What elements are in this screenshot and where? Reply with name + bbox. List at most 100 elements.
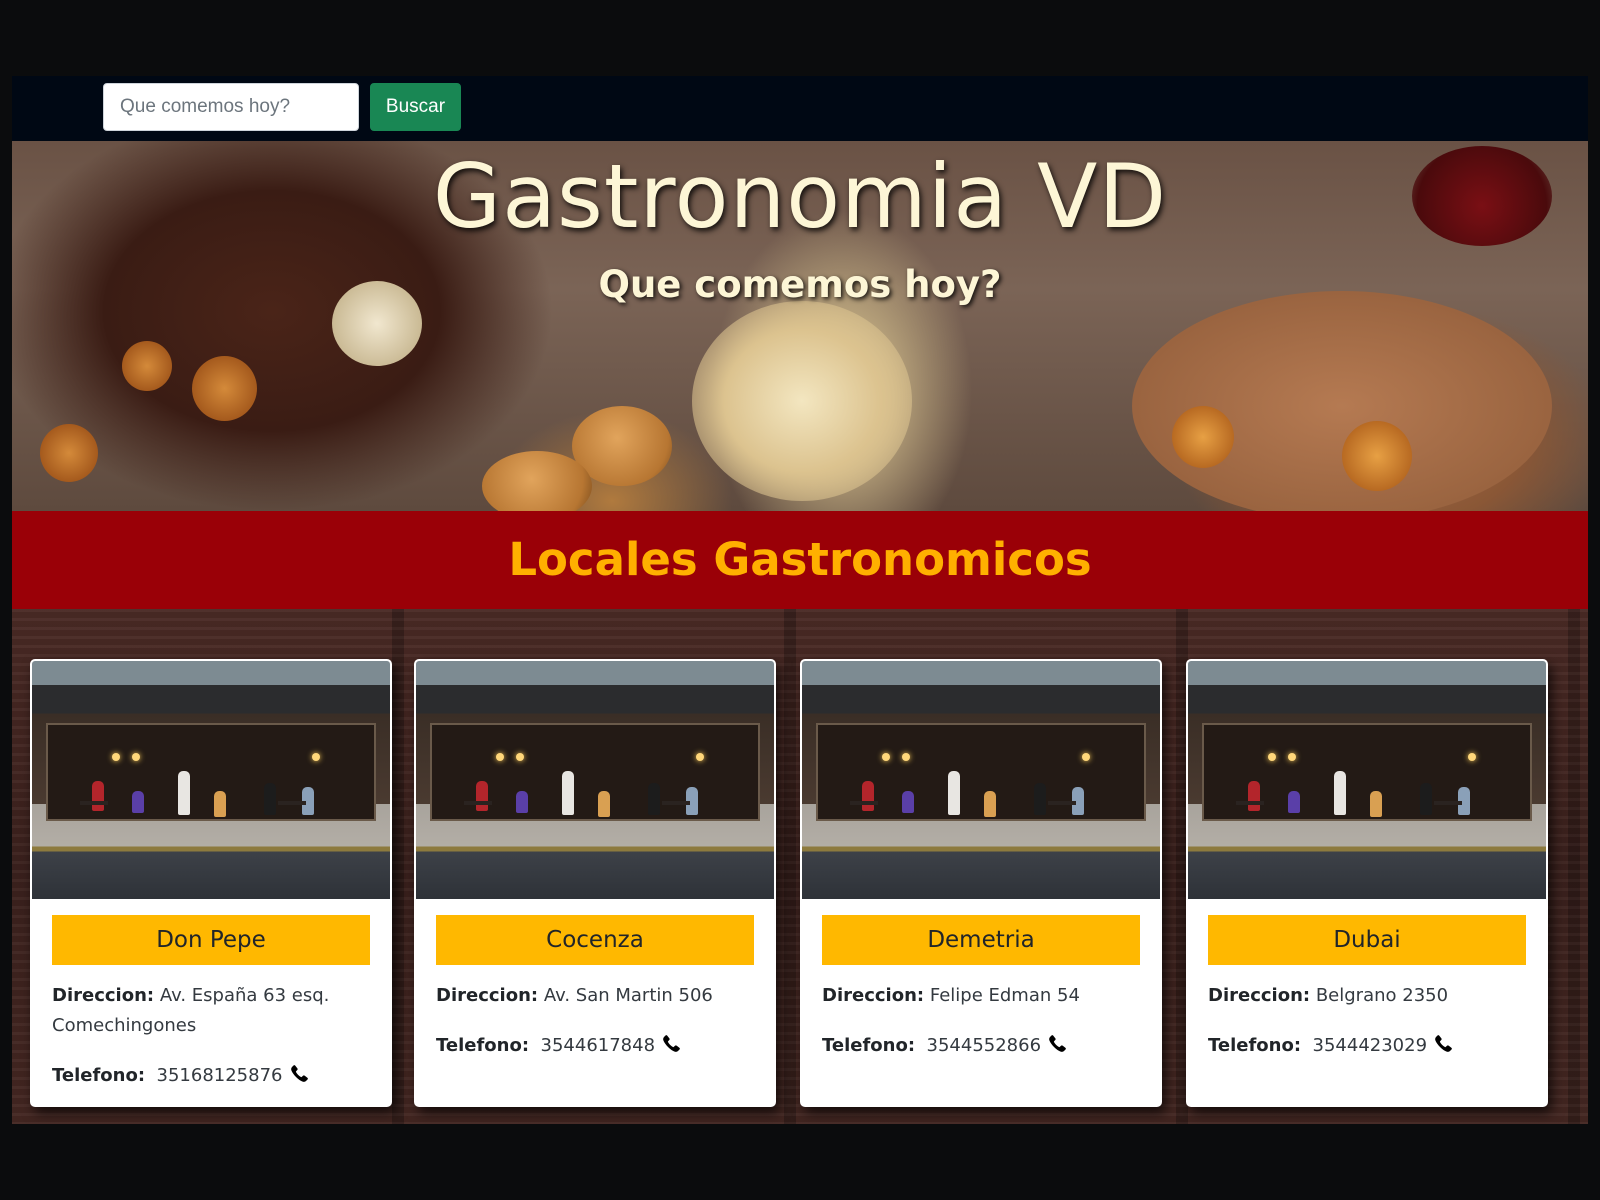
address-label: Direccion: [52,985,155,1006]
phone-label: Telefono: [1208,1035,1302,1056]
restaurant-info: Direccion: Felipe Edman 54 Telefono: 354… [822,981,1144,1084]
photo-person [948,771,960,815]
photo-lamp [312,753,320,761]
restaurant-photo [32,661,390,899]
photo-lamp [1468,753,1476,761]
phone-value[interactable]: 3544423029 [1313,1035,1428,1056]
photo-person [648,783,660,815]
hero-title: Gastronomia VD [432,145,1168,248]
photo-person [516,791,528,813]
photo-person [1420,783,1432,815]
address-line: Direccion: Av. San Martin 506 [436,981,758,1011]
address-value: Felipe Edman 54 [929,985,1080,1006]
photo-person [1370,791,1382,817]
search-button[interactable]: Buscar [370,83,461,131]
photo-lamp [882,753,890,761]
photo-table [80,801,108,805]
photo-person [214,791,226,817]
photo-lamp [516,753,524,761]
photo-table [662,801,690,805]
phone-value[interactable]: 3544617848 [541,1035,656,1056]
restaurant-info: Direccion: Av. San Martin 506 Telefono: … [436,981,758,1084]
navbar: Buscar [12,76,1588,141]
address-value: Belgrano 2350 [1315,985,1449,1006]
restaurant-name: Dubai [1208,915,1526,965]
address-value: Av. San Martin 506 [543,985,713,1006]
page: Buscar Gastronomia VD Que comemos hoy? L… [12,76,1588,1124]
phone-line: Telefono: 3544552866 [822,1031,1144,1064]
photo-person [92,781,104,811]
hero-subtitle: Que comemos hoy? [598,263,1002,306]
phone-line: Telefono: 3544617848 [436,1031,758,1064]
photo-person [1334,771,1346,815]
photo-table [1236,801,1264,805]
phone-icon [1047,1034,1067,1064]
photo-table [278,801,306,805]
restaurant-card[interactable]: Cocenza Direccion: Av. San Martin 506 Te… [414,659,776,1107]
photo-table [1434,801,1462,805]
photo-lamp [496,753,504,761]
hero-deco-orange [40,424,98,482]
hero-deco-orange [192,356,257,421]
phone-value[interactable]: 3544552866 [927,1035,1042,1056]
restaurant-info: Direccion: Belgrano 2350 Telefono: 35444… [1208,981,1530,1084]
hero-deco-orange [122,341,172,391]
address-label: Direccion: [436,985,539,1006]
search-input[interactable] [103,83,359,131]
address-label: Direccion: [1208,985,1311,1006]
hero-deco-fries [692,301,912,501]
address-line: Direccion: Av. España 63 esq. Comechingo… [52,981,374,1041]
photo-person [1034,783,1046,815]
phone-label: Telefono: [52,1065,146,1086]
photo-lamp [1288,753,1296,761]
phone-label: Telefono: [436,1035,530,1056]
photo-table [850,801,878,805]
photo-table [1048,801,1076,805]
section-header: Locales Gastronomicos [12,511,1588,609]
photo-table [464,801,492,805]
phone-icon [1433,1034,1453,1064]
restaurant-info: Direccion: Av. España 63 esq. Comechingo… [52,981,374,1105]
photo-person [598,791,610,817]
restaurant-name: Don Pepe [52,915,370,965]
photo-person [132,791,144,813]
phone-value[interactable]: 35168125876 [157,1065,283,1086]
hero-banner: Gastronomia VD Que comemos hoy? [12,141,1588,511]
address-line: Direccion: Belgrano 2350 [1208,981,1530,1011]
photo-lamp [1268,753,1276,761]
restaurant-card[interactable]: Dubai Direccion: Belgrano 2350 Telefono:… [1186,659,1548,1107]
photo-lamp [1082,753,1090,761]
photo-lamp [132,753,140,761]
address-label: Direccion: [822,985,925,1006]
phone-line: Telefono: 35168125876 [52,1061,374,1094]
restaurant-cards: Don Pepe Direccion: Av. España 63 esq. C… [12,609,1588,1124]
phone-icon [661,1034,681,1064]
photo-person [984,791,996,817]
hero-deco-orange [1342,421,1412,491]
photo-person [476,781,488,811]
hero-deco-orange [1172,406,1234,468]
phone-icon [289,1064,309,1094]
restaurant-photo [1188,661,1546,899]
photo-lamp [696,753,704,761]
restaurant-name: Cocenza [436,915,754,965]
restaurant-name: Demetria [822,915,1140,965]
restaurant-photo [416,661,774,899]
photo-person [562,771,574,815]
photo-person [862,781,874,811]
photo-lamp [112,753,120,761]
photo-person [902,791,914,813]
photo-lamp [902,753,910,761]
phone-label: Telefono: [822,1035,916,1056]
restaurant-card[interactable]: Don Pepe Direccion: Av. España 63 esq. C… [30,659,392,1107]
address-line: Direccion: Felipe Edman 54 [822,981,1144,1011]
photo-person [178,771,190,815]
hero-food-image [1132,291,1552,511]
photo-person [264,783,276,815]
photo-person [1248,781,1260,811]
photo-person [1288,791,1300,813]
restaurant-card[interactable]: Demetria Direccion: Felipe Edman 54 Tele… [800,659,1162,1107]
section-title: Locales Gastronomicos [508,533,1092,586]
restaurant-photo [802,661,1160,899]
phone-line: Telefono: 3544423029 [1208,1031,1530,1064]
